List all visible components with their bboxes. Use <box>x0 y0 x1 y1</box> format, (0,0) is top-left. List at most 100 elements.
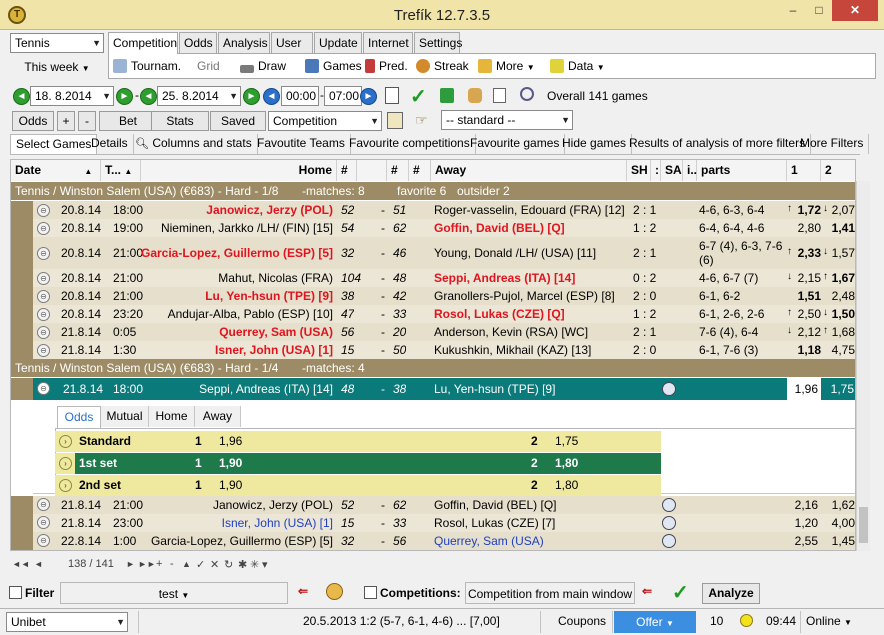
time-to-field[interactable]: 07:00 <box>324 86 362 106</box>
collapse-icon[interactable]: ⊖ <box>37 382 50 395</box>
pointing-hand-icon[interactable]: ☞ <box>415 112 428 129</box>
coupons-link[interactable]: Coupons <box>558 614 606 628</box>
play-icon[interactable]: › <box>59 457 72 470</box>
hand-icon[interactable] <box>468 88 482 103</box>
offer-dropdown[interactable]: Offer ▼ <box>614 611 696 633</box>
time-back-icon[interactable]: ◄ <box>263 88 280 105</box>
detail-odds-row[interactable]: › Standard 1 1,96 2 1,75 <box>55 431 661 452</box>
subtab-columns-and-stats[interactable]: 🔍︎ Columns and stats <box>130 134 258 154</box>
group-header[interactable]: Tennis / Winston Salem (USA) (€683) - Ha… <box>11 359 855 377</box>
streak-button[interactable]: Streak <box>416 57 469 77</box>
vertical-scrollbar[interactable] <box>856 181 870 551</box>
tab-odds[interactable]: Odds <box>179 32 217 53</box>
user-icon[interactable] <box>326 583 343 600</box>
col-colon[interactable]: : <box>651 160 661 181</box>
bookmaker-combo[interactable]: Unibet ▼ <box>6 612 128 632</box>
expand-icon[interactable]: ⊖ <box>37 498 50 511</box>
minimize-button[interactable]: – <box>780 0 806 21</box>
filter-checkbox[interactable] <box>9 586 22 599</box>
grid-button[interactable]: Grid <box>197 57 220 77</box>
subtab-favourite-competitions[interactable]: Favourite competitions <box>344 134 476 154</box>
expand-icon[interactable]: ⊖ <box>37 221 50 235</box>
arrow-left-icon[interactable]: ⇐ <box>298 584 308 598</box>
col-sh[interactable]: SH <box>627 160 651 181</box>
col-home[interactable]: Home <box>141 160 337 181</box>
table-row[interactable]: ⊖ 21.8.14 0:05 Querrey, Sam (USA) 56 - 2… <box>11 323 855 341</box>
col-parts[interactable]: parts <box>697 160 787 181</box>
detail-odds-row[interactable]: › 2nd set 1 1,90 2 1,80 <box>55 475 661 496</box>
tab-update[interactable]: Update <box>314 32 362 53</box>
calendar-icon[interactable] <box>385 87 399 104</box>
table-row[interactable]: ⊖ 21.8.14 1:30 Isner, John (USA) [1] 15 … <box>11 341 855 359</box>
table-row[interactable]: ⊖ 20.8.14 21:00 Lu, Yen-hsun (TPE) [9] 3… <box>11 287 855 305</box>
col-hash[interactable]: # <box>409 160 431 181</box>
saved-button[interactable]: Saved <box>210 111 266 131</box>
expand-icon[interactable]: ⊖ <box>37 203 50 217</box>
expand-icon[interactable]: ⊖ <box>37 246 50 260</box>
stats-button[interactable]: Stats <box>151 111 209 131</box>
table-row-selected[interactable]: ⊖ 21.8.14 18:00 Seppi, Andreas (ITA) [14… <box>11 378 855 400</box>
edit-record-icon[interactable]: ▲ <box>182 559 191 569</box>
tab-competition[interactable]: Competition <box>108 32 178 54</box>
col-away[interactable]: Away <box>431 160 627 181</box>
tournament-button[interactable]: Tournam. <box>113 57 181 77</box>
refresh-icon[interactable] <box>440 88 454 103</box>
date-to-field[interactable]: 25. 8.2014 ▼ <box>157 86 241 106</box>
search-icon[interactable] <box>520 87 534 101</box>
filter-name-button[interactable]: test ▼ <box>60 582 288 604</box>
expand-icon[interactable]: ⊖ <box>37 516 50 529</box>
expand-icon[interactable]: ⊖ <box>37 325 50 339</box>
online-status-dropdown[interactable]: Online ▼ <box>806 614 852 628</box>
table-row[interactable]: ⊖ 22.8.14 1:00 Garcia-Lopez, Guillermo (… <box>11 532 855 550</box>
table-row[interactable]: ⊖ 21.8.14 23:00 Isner, John (USA) [1] 15… <box>11 514 855 532</box>
checkmark-icon[interactable]: ✓ <box>410 84 427 109</box>
goto-bookmark-icon[interactable]: ✳ <box>250 558 259 571</box>
arrow-left-icon[interactable]: ⇐ <box>642 584 652 598</box>
detail-tab-home[interactable]: Home <box>149 406 195 427</box>
subtab-more-filters[interactable]: More Filters <box>795 134 870 154</box>
date-prev-icon[interactable]: ◄ <box>13 88 30 105</box>
delete-record-icon[interactable]: - <box>170 558 174 570</box>
col-odds-2[interactable]: 2 <box>821 160 855 181</box>
tab-internet[interactable]: Internet <box>363 32 413 53</box>
col-date[interactable]: Date ▲ <box>11 160 101 181</box>
bet-button[interactable]: Bet <box>99 111 157 131</box>
document-icon[interactable] <box>493 88 506 103</box>
tab-user[interactable]: User <box>271 32 313 53</box>
col-i[interactable]: i.. <box>683 160 697 181</box>
expand-icon[interactable]: ⊖ <box>37 307 50 321</box>
play-icon[interactable]: › <box>59 479 72 492</box>
expand-icon[interactable]: ⊖ <box>37 289 50 303</box>
detail-tab-odds[interactable]: Odds <box>57 406 101 428</box>
time-forward-icon[interactable]: ► <box>360 88 377 105</box>
col-sa[interactable]: SA <box>661 160 683 181</box>
list-icon[interactable] <box>387 112 403 129</box>
globe-icon[interactable] <box>662 498 676 512</box>
competition-combo[interactable]: Competition ▼ <box>268 111 382 131</box>
subtab-select-games[interactable]: Select Games <box>10 134 98 154</box>
col-time[interactable]: T... ▲ <box>101 160 141 181</box>
last-record-icon[interactable]: ►► <box>138 559 156 569</box>
group-header[interactable]: Tennis / Winston Salem (USA) (€683) - Ha… <box>11 182 855 200</box>
table-row[interactable]: ⊖ 20.8.14 19:00 Nieminen, Jarkko /LH/ (F… <box>11 219 855 237</box>
expand-icon[interactable]: ⊖ <box>37 534 50 547</box>
prev-record-icon[interactable]: ◄ <box>34 559 43 569</box>
col-odds-1[interactable]: 1 <box>787 160 821 181</box>
detail-odds-row[interactable]: › 1st set 1 1,90 2 1,80 <box>55 453 661 474</box>
globe-icon[interactable] <box>662 382 676 396</box>
subtab-hide-games[interactable]: Hide games <box>557 134 633 154</box>
time-from-field[interactable]: 00:00 <box>281 86 319 106</box>
games-button[interactable]: Games <box>305 57 362 77</box>
filter-records-icon[interactable]: ▾ <box>262 558 268 571</box>
expand-icon[interactable]: ⊖ <box>37 271 50 285</box>
date-to-next-icon[interactable]: ► <box>243 88 260 105</box>
table-row[interactable]: ⊖ 21.8.14 21:00 Janowicz, Jerzy (POL) 52… <box>11 496 855 514</box>
competitions-checkbox[interactable] <box>364 586 377 599</box>
competitions-dropdown[interactable]: Competition from main window ▼ <box>465 582 635 622</box>
col-home-rank[interactable]: # <box>337 160 357 181</box>
detail-tab-away[interactable]: Away <box>195 406 241 427</box>
table-row[interactable]: ⊖ 20.8.14 21:00 Garcia-Lopez, Guillermo … <box>11 237 855 269</box>
col-blank[interactable] <box>357 160 387 181</box>
refresh-records-icon[interactable]: ↻ <box>224 558 233 571</box>
col-away-rank[interactable]: # <box>387 160 409 181</box>
